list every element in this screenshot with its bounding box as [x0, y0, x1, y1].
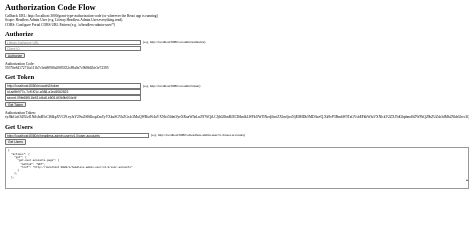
authorization-code-value: 55576e8417271fa111b7c3eb809f0a5085352c89… — [5, 65, 109, 70]
authorization-token-value: eyJhbGciOiJIUzI1NiIsInR5cCI6IkpXVCJ9.eyJ… — [5, 115, 469, 120]
token-url-hint: (e.g. http://localhost:8080/o/oauth2/tok… — [143, 83, 201, 88]
response-line: "href": "http://localhost:8080/o/headles… — [8, 165, 133, 169]
authorize-client-id-row: Client ID — [5, 45, 469, 52]
token-url-input[interactable]: http://localhost:8080/o/oauth2/token — [5, 83, 141, 89]
token-client-secret-row: secret-09fe65f5-8e53-b8a8-b505-6f3b9b004… — [5, 95, 469, 101]
scroll-up-arrow-icon[interactable] — [466, 179, 468, 181]
authorize-url-hint: (e.g. http://localhost:8080/o/oauth2/aut… — [143, 40, 206, 45]
get-token-heading: Get Token — [5, 74, 35, 82]
page-title: Authorization Code Flow — [5, 3, 96, 12]
users-url-hint: (e.g. http://localhost:8080/o/headless-a… — [151, 133, 245, 138]
token-url-row: http://localhost:8080/o/oauth2/token (e.… — [5, 83, 469, 89]
page: Authorization Code Flow Callback URL: ht… — [0, 0, 474, 218]
authorize-heading: Authorize — [5, 30, 34, 38]
intro-cors: CORS: Configure Portal CORS URL Pattern … — [5, 22, 116, 27]
get-users-button[interactable]: Get Users — [5, 139, 26, 145]
token-client-id-row: id-ad9b977c-7cff-f01c-a088-a1ec5062823 — [5, 89, 469, 95]
response-line: }, — [8, 175, 15, 179]
authorize-button[interactable]: Authorize — [5, 52, 25, 58]
users-url-row: http://localhost:8080/o/headless-admin-u… — [5, 132, 469, 138]
authorize-url-input[interactable]: Liferay Authorize URL — [5, 39, 141, 46]
get-token-button[interactable]: Get Token — [5, 101, 26, 108]
users-url-input[interactable]: http://localhost:8080/o/headless-admin-u… — [5, 132, 149, 138]
token-client-id-input[interactable]: id-ad9b977c-7cff-f01c-a088-a1ec5062823 — [5, 89, 141, 95]
get-users-heading: Get Users — [5, 123, 33, 131]
authorize-client-id-input[interactable]: Client ID — [5, 45, 141, 52]
users-response[interactable]: { "actions": { "get": { "get-user-accoun… — [5, 147, 469, 190]
token-client-secret-input[interactable]: secret-09fe65f5-8e53-b8a8-b505-6f3b9b004… — [5, 95, 141, 101]
authorize-url-row: Liferay Authorize URL (e.g. http://local… — [5, 39, 469, 46]
intro: Callback URL: http://localhost:3000/gran… — [5, 14, 469, 27]
